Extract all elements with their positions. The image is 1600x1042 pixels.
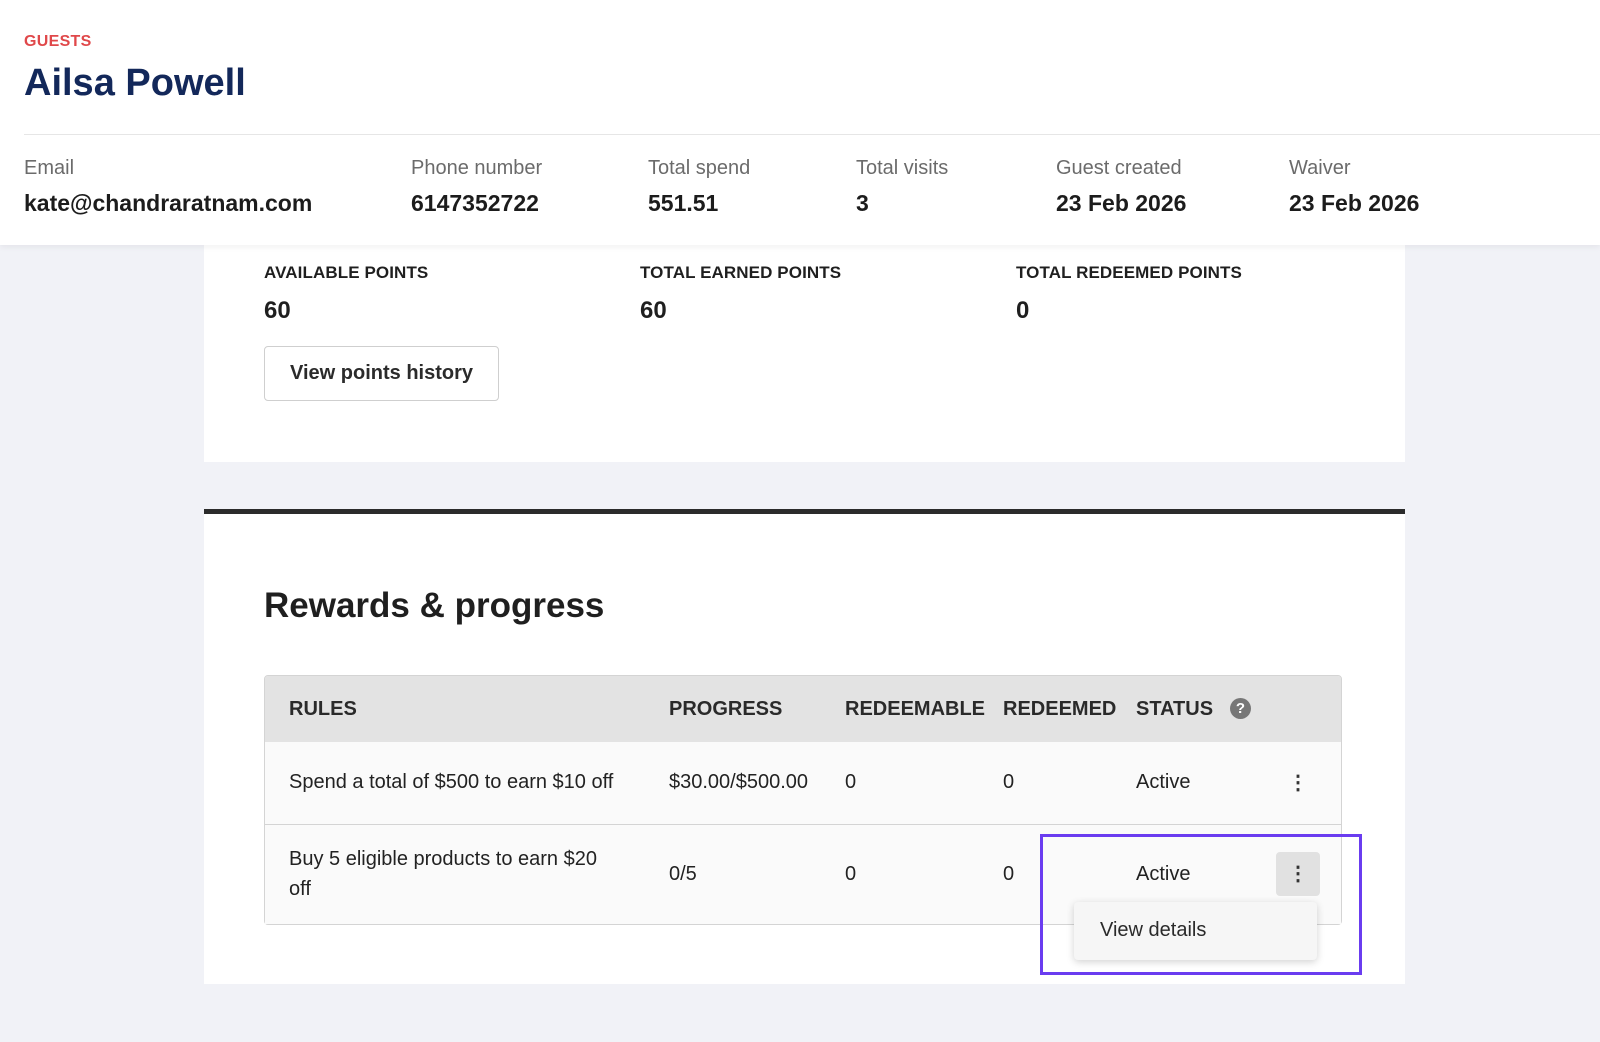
guest-created-field: Guest created 23 Feb 2026 — [1056, 156, 1186, 216]
page-title: Ailsa Powell — [24, 62, 246, 104]
waiver-label: Waiver — [1289, 157, 1351, 179]
phone-value: 6147352722 — [411, 190, 539, 216]
breadcrumb[interactable]: GUESTS — [24, 33, 92, 51]
total-visits-field: Total visits 3 — [856, 156, 948, 216]
question-circle-icon[interactable]: ? — [1230, 698, 1251, 719]
more-vertical-icon[interactable]: ⋮ — [1276, 852, 1320, 896]
total-visits-value: 3 — [856, 190, 869, 216]
waiver-field: Waiver 23 Feb 2026 — [1289, 156, 1419, 216]
column-progress: PROGRESS — [669, 698, 783, 720]
total-redeemed-points-value: 0 — [1016, 297, 1030, 324]
rule-cell: Buy 5 eligible products to earn $20 off — [289, 844, 597, 904]
rule-cell: Spend a total of $500 to earn $10 off — [289, 771, 614, 793]
column-rules: RULES — [289, 698, 357, 720]
points-card: AVAILABLE POINTS 60 TOTAL EARNED POINTS … — [204, 245, 1405, 462]
more-vertical-icon[interactable]: ⋮ — [1276, 761, 1320, 805]
redeemable-cell: 0 — [845, 863, 857, 885]
guest-created-value: 23 Feb 2026 — [1056, 190, 1187, 216]
phone-field: Phone number 6147352722 — [411, 156, 542, 216]
column-redeemable: REDEEMABLE — [845, 698, 986, 720]
waiver-value: 23 Feb 2026 — [1289, 190, 1420, 216]
guest-header: GUESTS Ailsa Powell Email kate@chandrara… — [0, 0, 1600, 245]
rewards-table: RULES PROGRESS REDEEMABLE REDEEMED STATU… — [264, 675, 1342, 925]
rule-cell-line1: Buy 5 eligible products to earn $20 — [289, 848, 597, 870]
email-value: kate@chandraratnam.com — [24, 190, 313, 216]
progress-cell: 0/5 — [669, 863, 697, 885]
progress-cell: $30.00/$500.00 — [669, 771, 809, 793]
total-visits-label: Total visits — [856, 157, 949, 179]
redeemed-cell: 0 — [1003, 863, 1015, 885]
rule-cell-line2: off — [289, 878, 311, 900]
view-details-menu-item[interactable]: View details — [1100, 919, 1206, 942]
available-points-label: AVAILABLE POINTS — [264, 263, 429, 282]
redeemed-cell: 0 — [1003, 771, 1015, 793]
header-divider — [24, 134, 1600, 135]
column-redeemed: REDEEMED — [1003, 698, 1117, 720]
total-earned-points: TOTAL EARNED POINTS 60 — [640, 263, 841, 325]
total-redeemed-points: TOTAL REDEEMED POINTS 0 — [1016, 263, 1242, 325]
total-redeemed-points-label: TOTAL REDEEMED POINTS — [1016, 263, 1242, 282]
row-actions-menu: View details — [1074, 902, 1317, 960]
total-spend-label: Total spend — [648, 157, 751, 179]
rewards-title: Rewards & progress — [264, 586, 605, 625]
total-earned-points-label: TOTAL EARNED POINTS — [640, 263, 842, 282]
email-field: Email kate@chandraratnam.com — [24, 156, 312, 216]
view-points-history-button[interactable]: View points history — [264, 346, 499, 401]
status-cell: Active — [1136, 863, 1191, 885]
status-cell: Active — [1136, 771, 1191, 793]
column-status: STATUS — [1136, 698, 1214, 720]
total-earned-points-value: 60 — [640, 297, 667, 324]
total-spend-field: Total spend 551.51 — [648, 156, 750, 216]
phone-label: Phone number — [411, 157, 543, 179]
total-spend-value: 551.51 — [648, 190, 719, 216]
email-label: Email — [24, 157, 75, 179]
table-row: Spend a total of $500 to earn $10 off $3… — [265, 742, 1341, 825]
available-points-value: 60 — [264, 297, 291, 324]
guest-created-label: Guest created — [1056, 157, 1182, 179]
redeemable-cell: 0 — [845, 771, 857, 793]
table-header: RULES PROGRESS REDEEMABLE REDEEMED STATU… — [265, 676, 1341, 742]
available-points: AVAILABLE POINTS 60 — [264, 263, 428, 325]
